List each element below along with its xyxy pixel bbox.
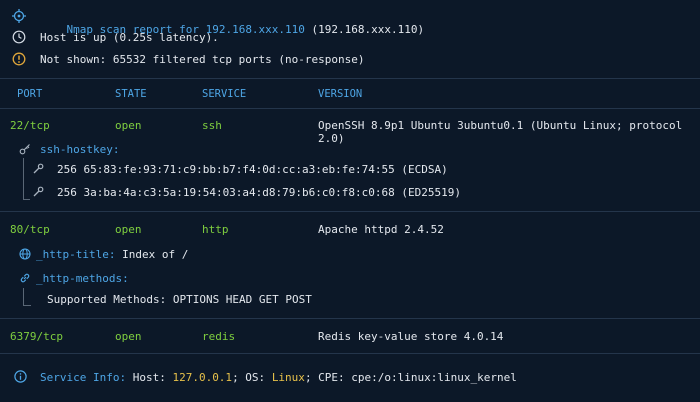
service-info-cpe: ; CPE: cpe:/o:linux:linux_kernel [304,371,517,384]
http-methods-value: Supported Methods: OPTIONS HEAD GET POST [47,293,312,306]
globe-icon [19,248,31,263]
clock-icon [12,30,26,47]
divider [0,211,700,212]
port-state: open [115,119,142,132]
column-header-version: VERSION [318,88,363,100]
not-shown-line: Not shown: 65532 filtered tcp ports (no-… [40,53,365,66]
port-service: ssh [202,119,222,132]
wrench-icon [33,186,44,200]
port-version: Apache httpd 2.4.52 [318,223,444,236]
divider [0,78,700,79]
wrench-icon [33,163,44,177]
link-icon [19,272,31,287]
crosshair-icon [12,9,26,26]
port-number: 22/tcp [10,119,50,132]
tree-line [23,158,24,200]
service-info-host-label: Host: [126,371,173,384]
port-version: OpenSSH 8.9p1 Ubuntu 3ubuntu0.1 (Ubuntu … [318,119,683,145]
warning-icon [12,52,26,69]
divider [0,318,700,319]
port-version: Redis key-value store 4.0.14 [318,330,504,343]
info-icon [14,370,27,386]
port-number: 6379/tcp [10,330,63,343]
ssh-hostkey-ecdsa: 256 65:83:fe:93:71:c9:bb:b7:f4:0d:cc:a3:… [57,163,448,176]
column-header-state: STATE [115,88,147,100]
host-up-line: Host is up (0.25s latency). [40,31,219,44]
divider [0,353,700,354]
script-name-http-title: _http-title: [36,248,116,261]
port-state: open [115,223,142,236]
service-info-host-value: 127.0.0.1 [172,371,233,384]
port-number: 80/tcp [10,223,50,236]
key-icon [19,143,31,158]
service-info-os-label: ; OS: [232,371,272,384]
http-title-value: Index of / [115,248,189,261]
tree-line [23,305,31,306]
tree-line [23,199,30,200]
script-name-ssh-hostkey: ssh-hostkey: [40,143,120,156]
ssh-hostkey-ed25519: 256 3a:ba:4a:c3:5a:19:54:03:a4:d8:79:b6:… [57,186,461,199]
service-info-line: Service Info: Host: 127.0.0.1; OS: Linux… [40,371,517,384]
column-header-service: SERVICE [202,88,247,100]
port-service: redis [202,330,236,343]
column-header-port: PORT [17,88,43,100]
service-info-label: Service Info: [40,371,127,384]
script-name-http-methods: _http-methods: [36,272,129,285]
ports-table-header: PORT STATE SERVICE VERSION [0,80,700,106]
http-title-line: _http-title: Index of / [36,248,188,261]
divider [0,108,700,109]
scan-report-host[interactable]: 192.168.xxx.110 [206,23,305,36]
port-service: http [202,223,229,236]
scan-report-suffix: (192.168.xxx.110) [304,23,425,36]
tree-line [23,288,24,306]
service-info-os-value: Linux [271,371,305,384]
port-state: open [115,330,142,343]
